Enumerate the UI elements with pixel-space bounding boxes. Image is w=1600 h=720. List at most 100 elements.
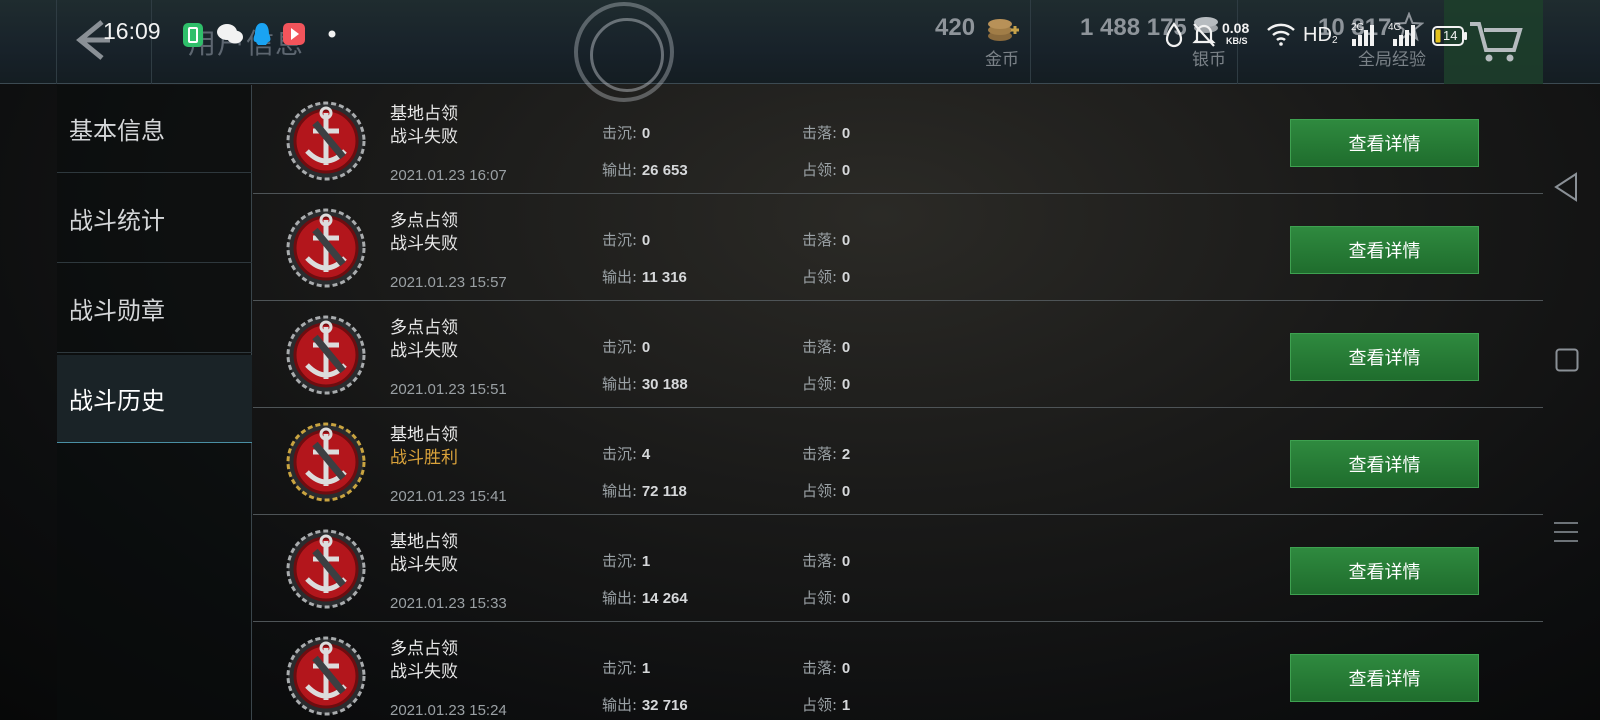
stat-sunk: 击沉: 4 xyxy=(602,443,650,464)
stat-value: 0 xyxy=(841,553,851,570)
sidebar-item-label: 基本信息 xyxy=(69,117,165,145)
stat-label: 击落: xyxy=(802,659,838,677)
data-saver-icon xyxy=(1165,22,1183,48)
stat-downed: 击落: 0 xyxy=(802,657,850,678)
stat-capture: 占领: 0 xyxy=(802,587,850,608)
net-speed-value: 0.08 xyxy=(1222,20,1250,36)
stat-label: 占领: xyxy=(802,696,838,714)
battle-row: 基地占领 战斗失败 2021.01.23 15:33 击沉: 1 输出: 14 … xyxy=(253,513,1543,622)
top-bar: 用户信息 420 金币 1 488 175 银币 10 817 全局经验 16:… xyxy=(0,0,1600,102)
gold-value: 420 xyxy=(935,14,976,41)
stat-value: 72 118 xyxy=(641,483,687,500)
view-details-button[interactable]: 查看详情 xyxy=(1290,226,1479,274)
stat-value: 0 xyxy=(841,125,851,142)
battle-date: 2021.01.23 15:57 xyxy=(390,274,507,291)
stat-capture: 占领: 0 xyxy=(802,159,850,180)
view-details-button[interactable]: 查看详情 xyxy=(1290,547,1479,595)
stat-value: 30 188 xyxy=(641,376,688,393)
divider xyxy=(56,0,57,84)
stat-downed: 击落: 0 xyxy=(802,122,850,143)
battle-medal-icon xyxy=(286,208,366,288)
stat-label: 输出: xyxy=(602,375,638,393)
stat-sunk: 击沉: 0 xyxy=(602,122,650,143)
sidebar-item-label: 战斗勋章 xyxy=(69,297,165,325)
sidebar: 基本信息 战斗统计 战斗勋章 战斗历史 xyxy=(57,85,252,720)
signal-sim2-icon xyxy=(1393,25,1415,46)
stat-downed: 击落: 0 xyxy=(802,336,850,357)
gold-coins-icon xyxy=(988,19,1019,41)
stat-capture: 占领: 0 xyxy=(802,266,850,287)
battle-date: 2021.01.23 15:33 xyxy=(390,595,507,612)
cart-icon xyxy=(1470,22,1523,62)
battle-mode: 多点占领 xyxy=(390,211,458,231)
stat-value: 2 xyxy=(841,446,851,463)
stat-sunk: 击沉: 0 xyxy=(602,336,650,357)
stat-damage: 输出: 32 716 xyxy=(602,694,688,715)
stat-label: 占领: xyxy=(802,268,838,286)
nav-home-icon[interactable] xyxy=(1555,348,1579,372)
status-time: 16:09 xyxy=(103,18,161,44)
stat-capture: 占领: 0 xyxy=(802,373,850,394)
battle-result: 战斗失败 xyxy=(390,555,458,575)
stat-label: 占领: xyxy=(802,482,838,500)
sidebar-item-basic-info[interactable]: 基本信息 xyxy=(57,85,252,173)
stat-value: 32 716 xyxy=(641,697,688,714)
notification-dot-icon xyxy=(328,30,336,38)
stat-label: 击落: xyxy=(802,552,838,570)
battle-result: 战斗胜利 xyxy=(390,448,458,468)
stat-label: 击落: xyxy=(802,231,838,249)
stat-label: 输出: xyxy=(602,268,638,286)
stat-label: 占领: xyxy=(802,161,838,179)
nav-back-icon[interactable] xyxy=(1553,172,1579,202)
stat-value: 0 xyxy=(841,483,851,500)
stat-value: 14 264 xyxy=(641,590,688,607)
stat-damage: 输出: 11 316 xyxy=(602,266,687,287)
stat-damage: 输出: 72 118 xyxy=(602,480,687,501)
wechat-icon xyxy=(217,24,243,44)
battle-row: 多点占领 战斗失败 2021.01.23 15:57 击沉: 0 输出: 11 … xyxy=(253,192,1543,301)
stat-downed: 击落: 0 xyxy=(802,229,850,250)
qq-icon xyxy=(253,23,271,45)
sidebar-item-battle-medals[interactable]: 战斗勋章 xyxy=(57,265,252,353)
stat-value: 0 xyxy=(641,125,651,142)
view-details-button[interactable]: 查看详情 xyxy=(1290,119,1479,167)
view-details-button[interactable]: 查看详情 xyxy=(1290,440,1479,488)
stat-label: 输出: xyxy=(602,696,638,714)
stat-label: 输出: xyxy=(602,589,638,607)
stat-value: 0 xyxy=(841,660,851,677)
stat-value: 0 xyxy=(841,339,851,356)
stat-label: 输出: xyxy=(602,161,638,179)
view-details-button[interactable]: 查看详情 xyxy=(1290,333,1479,381)
battle-row: 多点占领 战斗失败 2021.01.23 15:51 击沉: 0 输出: 30 … xyxy=(253,299,1543,408)
battle-result: 战斗失败 xyxy=(390,662,458,682)
stat-label: 击落: xyxy=(802,445,838,463)
stat-sunk: 击沉: 0 xyxy=(602,229,650,250)
phone-app-icon xyxy=(183,23,203,47)
stat-label: 占领: xyxy=(802,375,838,393)
video-app-icon xyxy=(283,23,305,45)
battle-date: 2021.01.23 15:24 xyxy=(390,702,507,719)
stat-value: 0 xyxy=(841,269,851,286)
hd-label: HD xyxy=(1303,24,1332,46)
battle-result: 战斗失败 xyxy=(390,127,458,147)
battle-medal-icon xyxy=(286,101,366,181)
sidebar-item-battle-history[interactable]: 战斗历史 xyxy=(57,355,252,443)
stat-damage: 输出: 30 188 xyxy=(602,373,688,394)
battle-date: 2021.01.23 15:51 xyxy=(390,381,507,398)
stat-label: 击沉: xyxy=(602,231,638,249)
stat-label: 击落: xyxy=(802,124,838,142)
stat-damage: 输出: 26 653 xyxy=(602,159,688,180)
stat-value: 11 316 xyxy=(641,269,687,286)
nav-menu-icon[interactable] xyxy=(1553,520,1579,544)
stat-label: 击沉: xyxy=(602,552,638,570)
battle-medal-icon xyxy=(286,315,366,395)
sidebar-item-battle-stats[interactable]: 战斗统计 xyxy=(57,175,252,263)
stat-label: 击沉: xyxy=(602,338,638,356)
battle-medal-icon xyxy=(286,422,366,502)
stat-value: 0 xyxy=(641,232,651,249)
stat-downed: 击落: 2 xyxy=(802,443,850,464)
view-details-button[interactable]: 查看详情 xyxy=(1290,654,1479,702)
battery-level: 14 xyxy=(1443,28,1458,43)
global-xp-label: 全局经验 xyxy=(1358,50,1426,69)
battle-date: 2021.01.23 15:41 xyxy=(390,488,507,505)
